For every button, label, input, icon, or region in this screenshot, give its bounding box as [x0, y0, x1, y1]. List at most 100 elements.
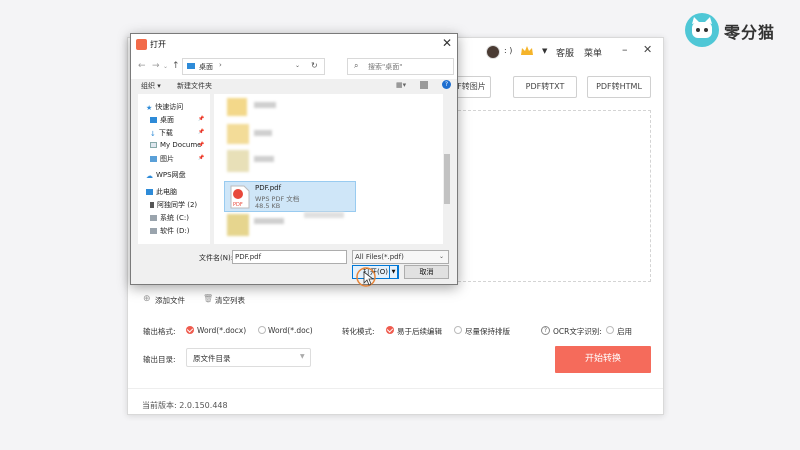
tree-item-documents[interactable]: My Docume — [150, 141, 202, 149]
help-icon[interactable]: ? — [541, 326, 550, 335]
radio-easy-edit[interactable] — [386, 326, 394, 334]
tree-item-desktop[interactable]: 桌面 — [150, 115, 174, 125]
desktop-icon — [187, 63, 195, 69]
file-thumbnail[interactable] — [227, 98, 247, 116]
refresh-icon[interactable]: ↻ — [311, 61, 318, 70]
cloud-icon: ☁ — [146, 172, 153, 180]
crown-icon[interactable] — [520, 45, 534, 57]
document-icon — [150, 142, 157, 148]
back-icon[interactable]: ← — [138, 61, 146, 71]
chevron-down-icon[interactable]: ▼ — [542, 47, 547, 55]
tree-item-this-pc[interactable]: 此电脑 — [146, 187, 177, 197]
chevron-down-icon[interactable]: ⌄ — [163, 63, 168, 70]
search-input[interactable]: ⌕ 搜索"桌面" — [347, 58, 454, 75]
picture-icon — [150, 156, 157, 162]
chevron-down-icon[interactable]: ⌄ — [295, 62, 300, 69]
up-icon[interactable]: ↑ — [172, 61, 180, 71]
tree-label: My Docume — [160, 141, 202, 149]
menu-link[interactable]: 菜单 — [584, 46, 602, 59]
format-button-pdf-html[interactable]: PDF转HTML — [587, 76, 651, 98]
support-link[interactable]: 客服 — [556, 46, 574, 59]
radio-docx-label[interactable]: Word(*.docx) — [197, 326, 246, 335]
footer-divider — [128, 388, 663, 389]
address-bar[interactable]: 桌面 › ⌄ ↻ — [182, 58, 325, 75]
address-text: 桌面 — [199, 63, 213, 71]
file-name-blurred — [254, 156, 274, 162]
tree-item-phone[interactable]: 阿独同学 (2) — [150, 200, 197, 210]
file-thumbnail[interactable] — [227, 214, 249, 236]
radio-keep-layout[interactable] — [454, 326, 462, 334]
app-icon — [136, 39, 147, 50]
drive-icon — [150, 215, 157, 221]
output-format-label: 输出格式: — [143, 327, 176, 336]
radio-doc[interactable] — [258, 326, 266, 334]
filename-input[interactable]: PDF.pdf — [232, 250, 347, 264]
filter-value: All Files(*.pdf) — [355, 253, 404, 261]
dialog-navbar: ← → ⌄ ↑ 桌面 › ⌄ ↻ ⌕ 搜索"桌面" — [131, 55, 457, 79]
output-dir-select[interactable]: 原文件目录 ▼ — [186, 348, 311, 367]
close-icon[interactable]: ✕ — [643, 44, 652, 56]
tree-item-quick-access[interactable]: ★ 快速访问 — [146, 102, 183, 112]
tree-item-wps-cloud[interactable]: ☁ WPS网盘 — [146, 170, 186, 180]
pin-icon: 📌 — [198, 116, 205, 122]
view-icon[interactable]: ▦▾ — [396, 81, 406, 89]
tree-label: 阿独同学 (2) — [157, 201, 198, 209]
clear-list-button[interactable]: 清空列表 — [215, 295, 245, 306]
brand-logo: 零分猫 — [684, 12, 794, 48]
cancel-button[interactable]: 取消 — [404, 265, 449, 279]
user-smile: : ) — [504, 46, 513, 55]
star-icon: ★ — [146, 104, 153, 112]
tree-item-drive-c[interactable]: 系统 (C:) — [150, 213, 189, 223]
add-file-button[interactable]: 添加文件 — [155, 295, 185, 306]
dialog-titlebar: 打开 ✕ — [131, 34, 457, 55]
pdf-file-icon: PDF — [230, 185, 250, 209]
radio-ocr-enable[interactable] — [606, 326, 614, 334]
open-file-dialog: 打开 ✕ ← → ⌄ ↑ 桌面 › ⌄ ↻ ⌕ 搜索"桌面" 组织 ▾ 新建文件… — [130, 33, 458, 287]
chevron-down-icon: ▼ — [300, 353, 305, 360]
cursor-icon — [356, 267, 376, 287]
new-folder-button[interactable]: 新建文件夹 — [177, 81, 212, 91]
download-icon: ↓ — [150, 130, 156, 138]
tree-item-drive-d[interactable]: 软件 (D:) — [150, 226, 189, 236]
file-thumbnail[interactable] — [227, 150, 249, 172]
desktop-icon — [150, 117, 157, 123]
output-dir-label: 输出目录: — [143, 355, 176, 364]
radio-easy-edit-label[interactable]: 易于后续编辑 — [397, 326, 442, 337]
radio-doc-label[interactable]: Word(*.doc) — [268, 326, 313, 335]
selected-file-row[interactable]: PDF PDF.pdf WPS PDF 文档 48.5 KB — [224, 181, 356, 212]
tree-label: 下载 — [158, 129, 173, 137]
open-dropdown-button[interactable]: ▼ — [389, 265, 398, 279]
preview-pane-icon[interactable] — [420, 81, 428, 89]
tree-label: 图片 — [160, 155, 174, 163]
scrollbar-thumb[interactable] — [444, 154, 450, 204]
pin-icon: 📌 — [198, 142, 205, 148]
phone-icon — [150, 202, 154, 208]
start-convert-button[interactable]: 开始转换 — [555, 346, 651, 373]
radio-ocr-enable-label[interactable]: 启用 — [617, 326, 632, 337]
trash-icon[interactable]: 🗑 — [203, 294, 213, 303]
radio-docx[interactable] — [186, 326, 194, 334]
file-type-filter[interactable]: All Files(*.pdf) ⌄ — [352, 250, 449, 264]
vertical-scrollbar[interactable] — [443, 94, 451, 244]
format-button-pdf-txt[interactable]: PDF转TXT — [513, 76, 577, 98]
minimize-icon[interactable]: – — [622, 44, 628, 56]
radio-keep-layout-label[interactable]: 尽量保持排版 — [465, 326, 510, 337]
tree-label: 系统 (C:) — [160, 214, 189, 222]
cat-logo-icon — [685, 13, 719, 47]
tree-label: 软件 (D:) — [160, 227, 190, 235]
filename-label: 文件名(N): — [199, 254, 234, 262]
tree-item-downloads[interactable]: ↓ 下载 — [150, 128, 173, 138]
search-placeholder: 搜索"桌面" — [368, 63, 403, 71]
selected-file-name: PDF.pdf — [255, 184, 282, 192]
organize-button[interactable]: 组织 ▾ — [141, 81, 161, 91]
close-icon[interactable]: ✕ — [442, 36, 452, 50]
avatar[interactable] — [486, 45, 500, 59]
file-thumbnail[interactable] — [227, 124, 249, 144]
forward-icon[interactable]: → — [152, 61, 160, 71]
ocr-label: OCR文字识别: — [553, 327, 602, 336]
tree-item-pictures[interactable]: 图片 — [150, 154, 174, 164]
file-name-blurred — [304, 212, 344, 218]
help-icon[interactable]: ? — [442, 80, 451, 89]
computer-icon — [146, 189, 153, 195]
add-icon[interactable]: ⊕ — [143, 294, 151, 304]
